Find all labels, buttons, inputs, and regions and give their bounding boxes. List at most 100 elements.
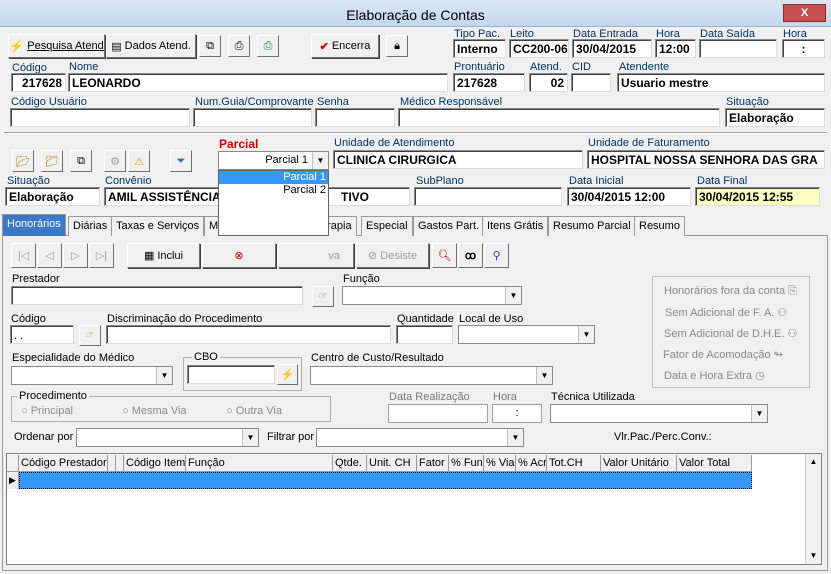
unidade-fat-field[interactable]: HOSPITAL NOSSA SENHORA DAS GRA: [587, 150, 825, 169]
print-button[interactable]: ⎙: [228, 35, 250, 57]
grid-col-valor-total[interactable]: Valor Total: [677, 455, 752, 472]
nav-first-button[interactable]: |◁: [11, 243, 36, 268]
tab-resumo-parcial[interactable]: Resumo Parcial: [548, 216, 636, 236]
honorarios-fora-button[interactable]: Honorários fora da conta ⎘: [664, 285, 797, 298]
tab-resumo[interactable]: Resumo: [634, 216, 685, 236]
tab-taxas[interactable]: Taxas e Serviços: [111, 216, 205, 236]
filtrar-select[interactable]: ▼: [316, 428, 524, 447]
data-entrada-field[interactable]: 30/04/2015: [572, 39, 652, 58]
disabled-tool-button[interactable]: ⚙: [104, 150, 126, 172]
cbo-field[interactable]: [187, 365, 275, 384]
tab-diarias[interactable]: Diárias: [68, 216, 113, 236]
subplano-field[interactable]: [414, 187, 562, 206]
encerra-button[interactable]: ✔ Encerra: [311, 34, 379, 58]
fator-acomodacao-button[interactable]: Fator de Acomodação ↬: [663, 348, 783, 361]
data-saida-field[interactable]: [699, 39, 777, 58]
hora-realizacao-field[interactable]: :: [492, 404, 542, 423]
atend-field[interactable]: 02: [529, 73, 568, 92]
grid-col-perc-acr[interactable]: % Acr: [516, 455, 547, 472]
grid-col-qtde[interactable]: Qtde.: [333, 455, 367, 472]
sem-adicional-dhe-button[interactable]: Sem Adicional de D.H.E. ⚇: [664, 327, 797, 340]
exclui-button[interactable]: ⊗: [202, 243, 276, 268]
copy-docs-button[interactable]: ⧉: [70, 150, 92, 172]
close-button[interactable]: X: [783, 4, 826, 22]
tab-itens-gratis[interactable]: Itens Grátis: [482, 216, 549, 236]
nav-last-button[interactable]: ▷|: [89, 243, 114, 268]
num-guia-field[interactable]: [193, 108, 312, 127]
parcial-option-1[interactable]: Parcial 1: [219, 171, 328, 184]
tecnica-select[interactable]: ▼: [550, 404, 768, 423]
prontuario-field[interactable]: 217628: [453, 73, 525, 92]
copy-icon-button[interactable]: ⧉: [199, 35, 221, 57]
grid-col-perc-via[interactable]: % Via: [484, 455, 516, 472]
radio-mesma-via[interactable]: ○ Mesma Via: [122, 405, 187, 417]
nav-prev-button[interactable]: ◁: [37, 243, 62, 268]
grid-col-codigo-prestador[interactable]: Código Prestador: [19, 455, 108, 472]
codigo-proc-field[interactable]: . .: [10, 325, 74, 344]
codigo-lookup-button[interactable]: ☞: [79, 325, 101, 346]
hora2-field[interactable]: :: [782, 39, 825, 58]
senha-label: Senha: [317, 96, 349, 108]
pesquisa-atend-button[interactable]: ⚡ Pesquisa Atend: [8, 34, 105, 58]
senha-field[interactable]: [315, 108, 395, 127]
data-realizacao-field[interactable]: [388, 404, 488, 423]
scroll-up-icon[interactable]: ▲: [806, 454, 821, 470]
radio-principal[interactable]: ○ Principal: [21, 405, 73, 417]
parcial-select[interactable]: Parcial 1 ▼: [218, 151, 329, 170]
grid-scrollbar[interactable]: ▲ ▼: [805, 454, 821, 564]
grid-col-valor-unitario[interactable]: Valor Unitário: [601, 455, 677, 472]
quantidade-field[interactable]: [396, 325, 453, 344]
data-hora-extra-button[interactable]: Data e Hora Extra ◷: [664, 369, 765, 382]
inclui-button[interactable]: ▦ Inclui: [127, 243, 200, 268]
prestador-lookup-button[interactable]: ☞: [312, 286, 334, 307]
tab-especial[interactable]: Especial: [361, 216, 413, 236]
tipo-pac-field[interactable]: Interno: [453, 39, 506, 58]
nav-next-button[interactable]: ▷: [63, 243, 88, 268]
funcao-select[interactable]: ▼: [342, 286, 522, 305]
grid-col-fator[interactable]: Fator: [417, 455, 449, 472]
data-inicial-field[interactable]: 30/04/2015 12:00: [567, 187, 691, 206]
radio-outra-via[interactable]: ○ Outra Via: [226, 405, 282, 417]
tab-gastos[interactable]: Gastos Part.: [413, 216, 485, 236]
nome-field[interactable]: LEONARDO: [68, 73, 448, 92]
folder-open-button[interactable]: 📂︎: [12, 150, 34, 172]
grid-col-tot-ch[interactable]: Tot.CH: [547, 455, 601, 472]
grid-col-unit-ch[interactable]: Unit. CH: [367, 455, 417, 472]
print-green-button[interactable]: ⎙: [257, 35, 279, 57]
centro-custo-select[interactable]: ▼: [310, 366, 553, 385]
salva-button[interactable]: va: [278, 243, 354, 268]
codigo-usuario-field[interactable]: [10, 108, 190, 127]
dados-atend-button[interactable]: ▤ Dados Atend.: [106, 34, 196, 58]
medico-field[interactable]: [398, 108, 720, 127]
warning-button[interactable]: ⚠: [128, 150, 150, 172]
grid-col-codigo-item[interactable]: Código Item: [124, 455, 186, 472]
data-final-field[interactable]: 30/04/2015 12:55: [695, 187, 820, 206]
parcial-option-2[interactable]: Parcial 2: [219, 184, 328, 197]
tab-honorarios[interactable]: Honorários: [2, 214, 66, 236]
prestador-field[interactable]: [11, 286, 303, 305]
especialidade-select[interactable]: ▼: [11, 366, 173, 385]
folder-button[interactable]: 📁︎: [41, 150, 63, 172]
cid-field[interactable]: [571, 73, 611, 92]
desiste-button[interactable]: ⊘ Desiste: [356, 243, 429, 268]
sem-adicional-fa-button[interactable]: Sem Adicional de F. A. ⚇: [665, 306, 787, 319]
document-icon: ▤: [111, 40, 122, 53]
atendente-field[interactable]: Usuario mestre: [617, 73, 825, 92]
cbo-lookup-button[interactable]: ⚡: [277, 364, 298, 385]
search-people-button[interactable]: ⚲: [484, 243, 509, 268]
ordenar-select[interactable]: ▼: [76, 428, 259, 447]
codigo-field[interactable]: 217628: [11, 73, 66, 92]
discriminacao-field[interactable]: [106, 325, 391, 344]
lock-button[interactable]: 🔒︎: [386, 35, 408, 57]
zoom-button[interactable]: 🔍︎: [432, 243, 457, 268]
grid-col-funcao[interactable]: Função: [186, 455, 333, 472]
local-uso-select[interactable]: ▼: [458, 325, 595, 344]
filter-button[interactable]: ⏷: [170, 150, 192, 172]
leito-field[interactable]: CC200-06: [509, 39, 569, 58]
grid-col-perc-fun[interactable]: % Fun: [449, 455, 484, 472]
scroll-down-icon[interactable]: ▼: [806, 548, 821, 564]
hora-field[interactable]: 12:00: [655, 39, 696, 58]
binoculars-button[interactable]: ꚙ: [458, 243, 483, 268]
table-row[interactable]: [19, 472, 752, 489]
unidade-atend-field[interactable]: CLINICA CIRURGICA: [333, 150, 583, 169]
